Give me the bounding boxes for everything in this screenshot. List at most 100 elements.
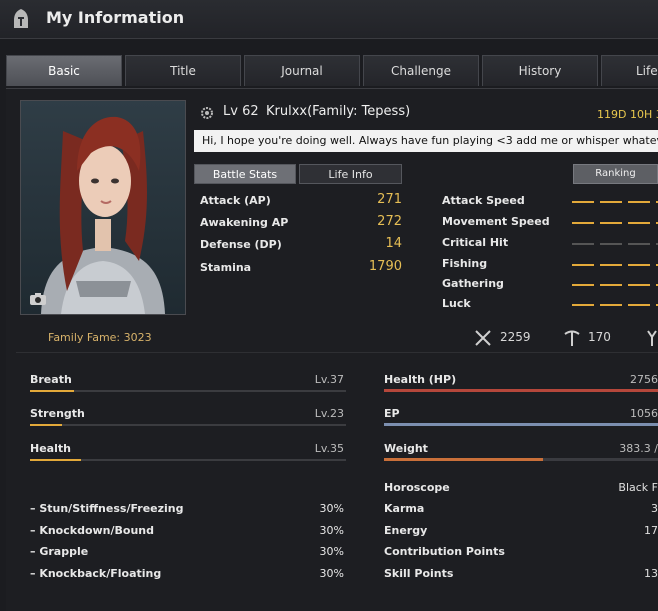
stat-value: 14 xyxy=(385,236,402,251)
tab-challenge[interactable]: Challenge xyxy=(363,55,479,86)
main-tabs: Basic Title Journal Challenge History Li… xyxy=(6,55,658,87)
stat-label: Defense (DP) xyxy=(200,238,282,251)
speed-row: Luck xyxy=(442,297,658,317)
vital-bar xyxy=(384,389,658,392)
tab-basic[interactable]: Basic xyxy=(6,55,122,86)
speed-level-segment xyxy=(572,243,594,245)
skill-progress-bar xyxy=(30,390,346,392)
stat-value: 1790 xyxy=(368,259,402,274)
skill-row-strength: Strength Lv.23 xyxy=(30,407,346,433)
tab-title[interactable]: Title xyxy=(125,55,241,86)
speed-label: Critical Hit xyxy=(442,236,509,249)
playtime-timer: 119D 10H 3 xyxy=(597,108,658,121)
speed-row: Fishing xyxy=(442,257,658,277)
skill-level: Lv.23 xyxy=(314,407,344,420)
speed-level-segment xyxy=(628,304,650,306)
level-value: 62 xyxy=(242,104,259,119)
family-fame-value: 3023 xyxy=(123,331,152,344)
vital-row: Health (HP) 2756 xyxy=(384,373,658,399)
speed-level-segment xyxy=(600,243,622,245)
info-value: 17 xyxy=(644,524,658,537)
speed-level-indicator xyxy=(572,304,658,306)
stat-label: Stamina xyxy=(200,261,252,274)
skill-progress-bar xyxy=(30,424,346,426)
knight-helmet-icon xyxy=(14,9,28,28)
stat-row-attack: Attack (AP) 271 xyxy=(200,192,404,214)
skill-progress-fill xyxy=(30,459,81,461)
camera-icon[interactable] xyxy=(29,292,47,306)
tool-icon xyxy=(647,330,657,346)
skill-row-health: Health Lv.35 xyxy=(30,442,346,468)
info-row-karma: Karma 3 xyxy=(384,502,658,515)
info-row-skill-points: Skill Points 13 xyxy=(384,567,658,580)
bio-field[interactable]: Hi, I hope you're doing well. Always hav… xyxy=(194,130,658,152)
vital-value: 2756 xyxy=(630,373,658,386)
speed-label: Gathering xyxy=(442,277,504,290)
skill-progress-bar xyxy=(30,459,346,461)
skill-level: Lv.35 xyxy=(314,442,344,455)
tab-history[interactable]: History xyxy=(482,55,598,86)
speed-label: Fishing xyxy=(442,257,488,270)
class-emblem-icon xyxy=(201,107,213,119)
vital-bar-fill xyxy=(384,389,658,392)
vital-label: Weight xyxy=(384,442,428,455)
speed-level-segment xyxy=(600,201,622,203)
speed-level-segment xyxy=(600,222,622,224)
speed-row: Movement Speed xyxy=(442,215,658,235)
skill-row-breath: Breath Lv.37 xyxy=(30,373,346,399)
pickaxe-icon xyxy=(564,330,580,346)
stat-label: Attack (AP) xyxy=(200,194,271,207)
resistance-label: – Knockdown/Bound xyxy=(30,524,154,537)
vital-bar-fill xyxy=(384,423,658,426)
speed-level-segment xyxy=(628,243,650,245)
speed-level-indicator xyxy=(572,201,658,203)
vital-value: 383.3 / xyxy=(619,442,658,455)
divider xyxy=(16,352,658,353)
vital-bar xyxy=(384,423,658,426)
tab-journal[interactable]: Journal xyxy=(244,55,360,86)
speed-level-segment xyxy=(628,222,650,224)
speed-level-indicator xyxy=(572,264,658,266)
resistance-row: – Knockdown/Bound 30% xyxy=(30,524,346,537)
counter-combat: 2259 xyxy=(500,330,531,344)
speed-level-segment xyxy=(628,201,650,203)
window-title: My Information xyxy=(46,8,185,27)
info-value: 13 xyxy=(644,567,658,580)
subtab-life-info[interactable]: Life Info xyxy=(299,164,402,184)
skill-level: Lv.37 xyxy=(314,373,344,386)
resistance-value: 30% xyxy=(319,524,344,537)
vital-bar-fill xyxy=(384,458,543,461)
speed-level-indicator xyxy=(572,222,658,224)
info-label: Energy xyxy=(384,524,428,537)
speed-row: Critical Hit xyxy=(442,236,658,256)
resistance-label: – Stun/Stiffness/Freezing xyxy=(30,502,184,515)
resistance-label: – Knockback/Floating xyxy=(30,567,162,580)
subtab-battle-stats[interactable]: Battle Stats xyxy=(194,164,296,184)
tab-life[interactable]: Life xyxy=(601,55,658,86)
character-name: Krulxx(Family: Tepess) xyxy=(266,104,411,119)
vital-label: Health (HP) xyxy=(384,373,457,386)
ranking-button[interactable]: Ranking xyxy=(573,164,658,184)
info-row-contribution: Contribution Points xyxy=(384,545,658,558)
skill-label: Breath xyxy=(30,373,72,386)
info-value: Black F xyxy=(618,481,658,494)
character-level: Lv 62 xyxy=(223,104,259,119)
resistance-label: – Grapple xyxy=(30,545,89,558)
info-label: Skill Points xyxy=(384,567,454,580)
info-row-horoscope: Horoscope Black F xyxy=(384,481,658,494)
speed-level-segment xyxy=(572,201,594,203)
family-fame: Family Fame: 3023 xyxy=(48,331,152,344)
background-chat-ghost xyxy=(0,292,4,308)
skill-label: Strength xyxy=(30,407,85,420)
speed-label: Attack Speed xyxy=(442,194,525,207)
counter-life: 170 xyxy=(588,330,611,344)
speed-level-indicator xyxy=(572,243,658,245)
speed-label: Luck xyxy=(442,297,471,310)
skill-progress-fill xyxy=(30,390,75,392)
stat-value: 271 xyxy=(377,192,402,207)
resistance-row: – Grapple 30% xyxy=(30,545,346,558)
speed-level-segment xyxy=(572,284,594,286)
level-prefix: Lv xyxy=(223,104,238,119)
vital-label: EP xyxy=(384,407,400,420)
speed-row: Gathering xyxy=(442,277,658,297)
